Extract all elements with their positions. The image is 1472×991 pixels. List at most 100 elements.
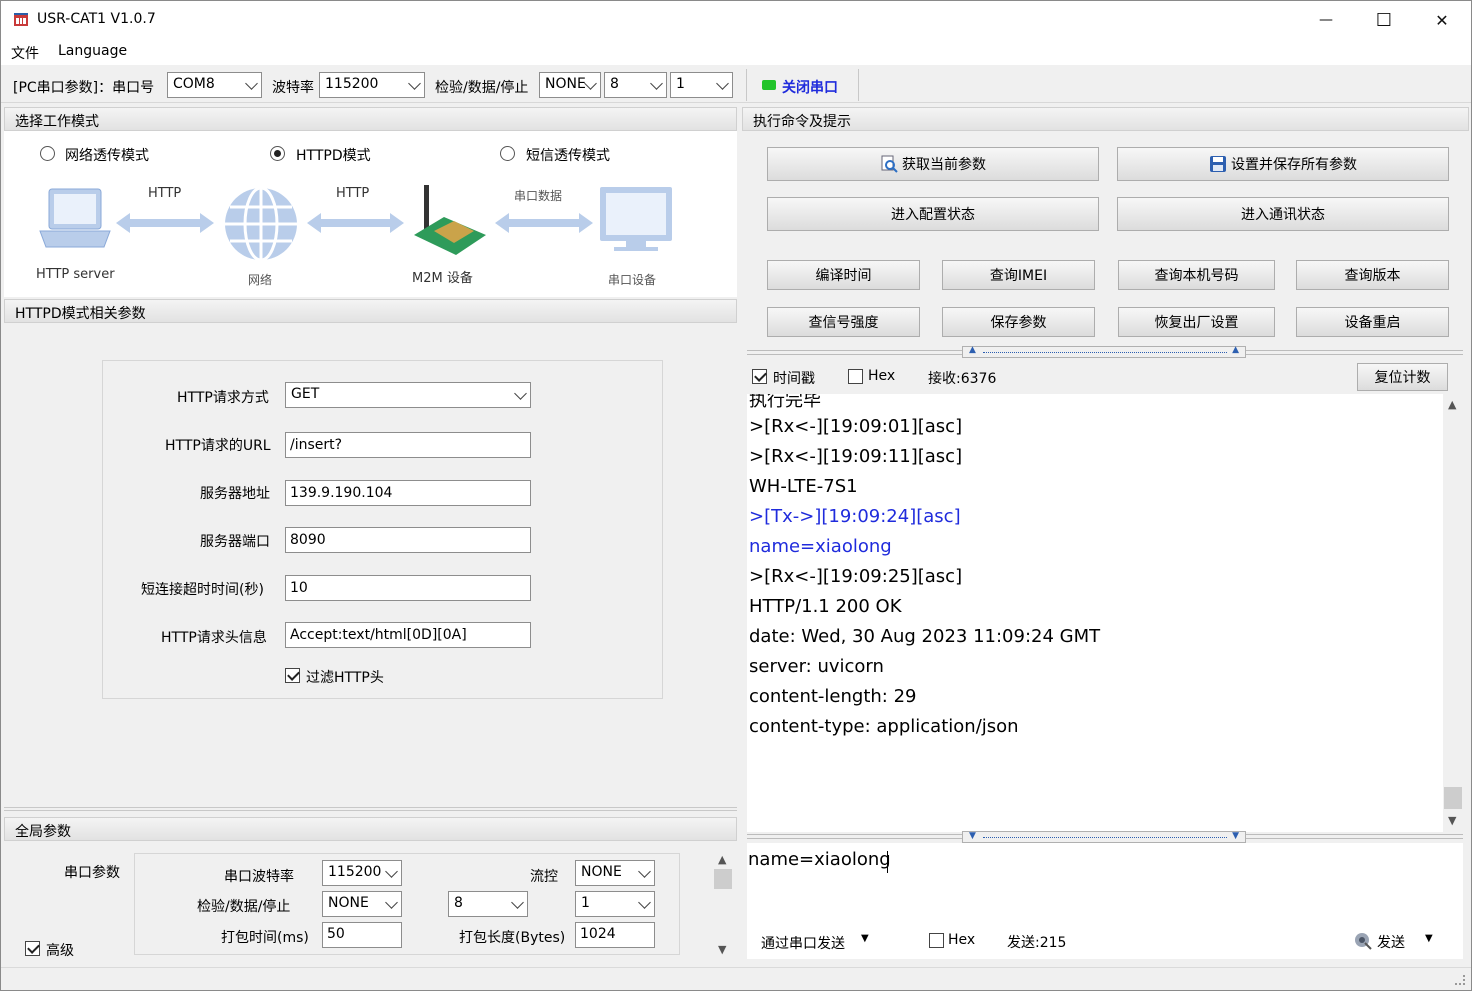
maximize-button[interactable]: ☐ (1355, 1, 1413, 39)
app-icon (14, 13, 28, 26)
minimize-button[interactable]: — (1297, 1, 1355, 39)
resize-grip-icon[interactable] (1455, 975, 1465, 985)
enter-config-button[interactable]: 进入配置状态 (767, 197, 1099, 231)
splitter[interactable] (4, 807, 737, 811)
diagram-network-label: 网络 (248, 273, 273, 287)
scroll-thumb[interactable] (1444, 787, 1462, 809)
factory-reset-button[interactable]: 恢复出厂设置 (1118, 307, 1275, 337)
diagram-link-http-2: HTTP (336, 186, 370, 201)
receive-log[interactable]: 执行完毕 >[Rx<-][19:09:01][asc] >[Rx<-][19:09:… (747, 394, 1443, 832)
close-port-button[interactable]: 关闭串口 (753, 70, 857, 100)
advanced-checkbox[interactable] (25, 941, 40, 956)
search-document-icon (881, 155, 898, 173)
compile-time-button[interactable]: 编译时间 (767, 260, 920, 290)
chevron-down-icon: ▼ (861, 933, 869, 944)
close-button[interactable]: ✕ (1413, 1, 1471, 39)
global-scrollbar[interactable]: ▲ ▼ (712, 849, 734, 961)
up-arrow-icon: ▲ (969, 345, 976, 355)
url-label: HTTP请求的URL (165, 438, 271, 454)
mode-panel: 网络透传模式 HTTPD模式 短信透传模式 HTTP HTTP 串口数据 HTT… (4, 131, 737, 297)
log-line: >[Rx<-][19:09:11][asc] (749, 446, 963, 467)
databits-select[interactable]: 8 (604, 72, 667, 98)
chevron-down-icon (385, 865, 398, 878)
stopbits-select[interactable]: 1 (670, 72, 733, 98)
flow-select[interactable]: NONE (575, 860, 655, 886)
baud-label: 波特率 (272, 80, 314, 96)
mode-option-httpd: HTTPD模式 (296, 148, 371, 164)
send-hex-checkbox[interactable] (929, 933, 944, 948)
global-baud-select[interactable]: 115200 (322, 860, 402, 886)
httpd-group: HTTP请求方式 GET HTTP请求的URL /insert? 服务器地址 1… (102, 360, 663, 699)
title-bar: USR-CAT1 V1.0.7 — ☐ ✕ (1, 1, 1471, 39)
radio-httpd-mode[interactable] (270, 146, 285, 161)
send-via-dropdown[interactable]: 通过串口发送 (761, 933, 845, 953)
query-signal-button[interactable]: 查信号强度 (767, 307, 920, 337)
divider (858, 69, 859, 101)
menu-file[interactable]: 文件 (11, 43, 39, 63)
save-icon (1210, 156, 1226, 172)
chevron-down-icon (511, 896, 524, 909)
status-bar (1, 967, 1471, 990)
filter-http-header-checkbox[interactable] (285, 668, 300, 683)
method-select[interactable]: GET (285, 382, 531, 408)
log-scrollbar[interactable]: ▲ ▼ (1443, 394, 1463, 832)
query-imei-button[interactable]: 查询IMEI (942, 260, 1095, 290)
query-number-button[interactable]: 查询本机号码 (1118, 260, 1275, 290)
send-count: 发送:215 (1007, 935, 1067, 951)
divider (746, 69, 747, 101)
scroll-thumb[interactable] (714, 869, 732, 889)
scroll-down-icon[interactable]: ▼ (1448, 814, 1456, 827)
dotted-line (983, 837, 1227, 838)
query-version-button[interactable]: 查询版本 (1296, 260, 1449, 290)
server-input[interactable]: 139.9.190.104 (285, 480, 531, 506)
log-line: 执行完毕 (749, 394, 821, 411)
menu-language[interactable]: Language (58, 43, 127, 59)
reboot-button[interactable]: 设备重启 (1296, 307, 1449, 337)
port-select[interactable]: COM8 (167, 72, 262, 98)
collapse-handle-top[interactable]: ▲ ▲ (962, 345, 1246, 358)
scroll-down-icon[interactable]: ▼ (718, 943, 726, 956)
parity-select[interactable]: NONE (539, 72, 601, 98)
pack-time-input[interactable]: 50 (322, 922, 402, 948)
send-label: 发送 (1377, 935, 1405, 951)
request-header-input[interactable]: Accept:text/html[0D][0A] (285, 622, 531, 648)
receive-hex-checkbox[interactable] (848, 369, 863, 384)
method-label: HTTP请求方式 (177, 390, 269, 406)
port-input[interactable]: 8090 (285, 527, 531, 553)
timestamp-checkbox[interactable] (752, 369, 767, 384)
serial-port-label: [PC串口参数]：串口号 (13, 80, 155, 96)
chevron-down-icon (650, 77, 663, 90)
radio-sms-mode[interactable] (500, 146, 515, 161)
reset-count-button[interactable]: 复位计数 (1357, 363, 1448, 391)
collapse-handle-bottom[interactable]: ▼ ▼ (962, 831, 1246, 843)
text-cursor (887, 851, 888, 873)
log-line: WH-LTE-7S1 (749, 476, 858, 497)
set-save-all-button[interactable]: 设置并保存所有参数 (1117, 147, 1449, 181)
send-input[interactable]: name=xiaolong (747, 843, 1463, 925)
baud-select[interactable]: 115200 (319, 72, 425, 98)
radio-network-mode[interactable] (40, 146, 55, 161)
chevron-down-icon (514, 387, 527, 400)
chevron-down-icon (638, 865, 651, 878)
send-button[interactable]: 发送 ▼ (1351, 927, 1447, 955)
filter-http-header-label: 过滤HTTP头 (306, 670, 384, 686)
down-arrow-icon: ▼ (1232, 831, 1239, 841)
save-params-button[interactable]: 保存参数 (942, 307, 1095, 337)
get-params-button[interactable]: 获取当前参数 (767, 147, 1099, 181)
global-stopbits-select[interactable]: 1 (575, 891, 655, 917)
serial-toolbar: [PC串口参数]：串口号 COM8 波特率 115200 检验/数据/停止 NO… (1, 67, 1471, 103)
global-parity-select[interactable]: NONE (322, 891, 402, 917)
flow-label: 流控 (530, 869, 558, 885)
httpd-header: HTTPD模式相关参数 (4, 299, 737, 323)
url-input[interactable]: /insert? (285, 432, 531, 458)
diagram-serial-device-label: 串口设备 (608, 273, 657, 287)
diagram-link-serial: 串口数据 (514, 189, 563, 203)
pack-len-input[interactable]: 1024 (575, 922, 655, 948)
global-databits-select[interactable]: 8 (448, 891, 528, 917)
enter-comm-button[interactable]: 进入通讯状态 (1117, 197, 1449, 231)
scroll-up-icon[interactable]: ▲ (1448, 398, 1456, 411)
mode-option-sms: 短信透传模式 (526, 148, 610, 164)
close-port-label: 关闭串口 (782, 80, 838, 96)
timeout-input[interactable]: 10 (285, 575, 531, 601)
scroll-up-icon[interactable]: ▲ (718, 853, 726, 866)
